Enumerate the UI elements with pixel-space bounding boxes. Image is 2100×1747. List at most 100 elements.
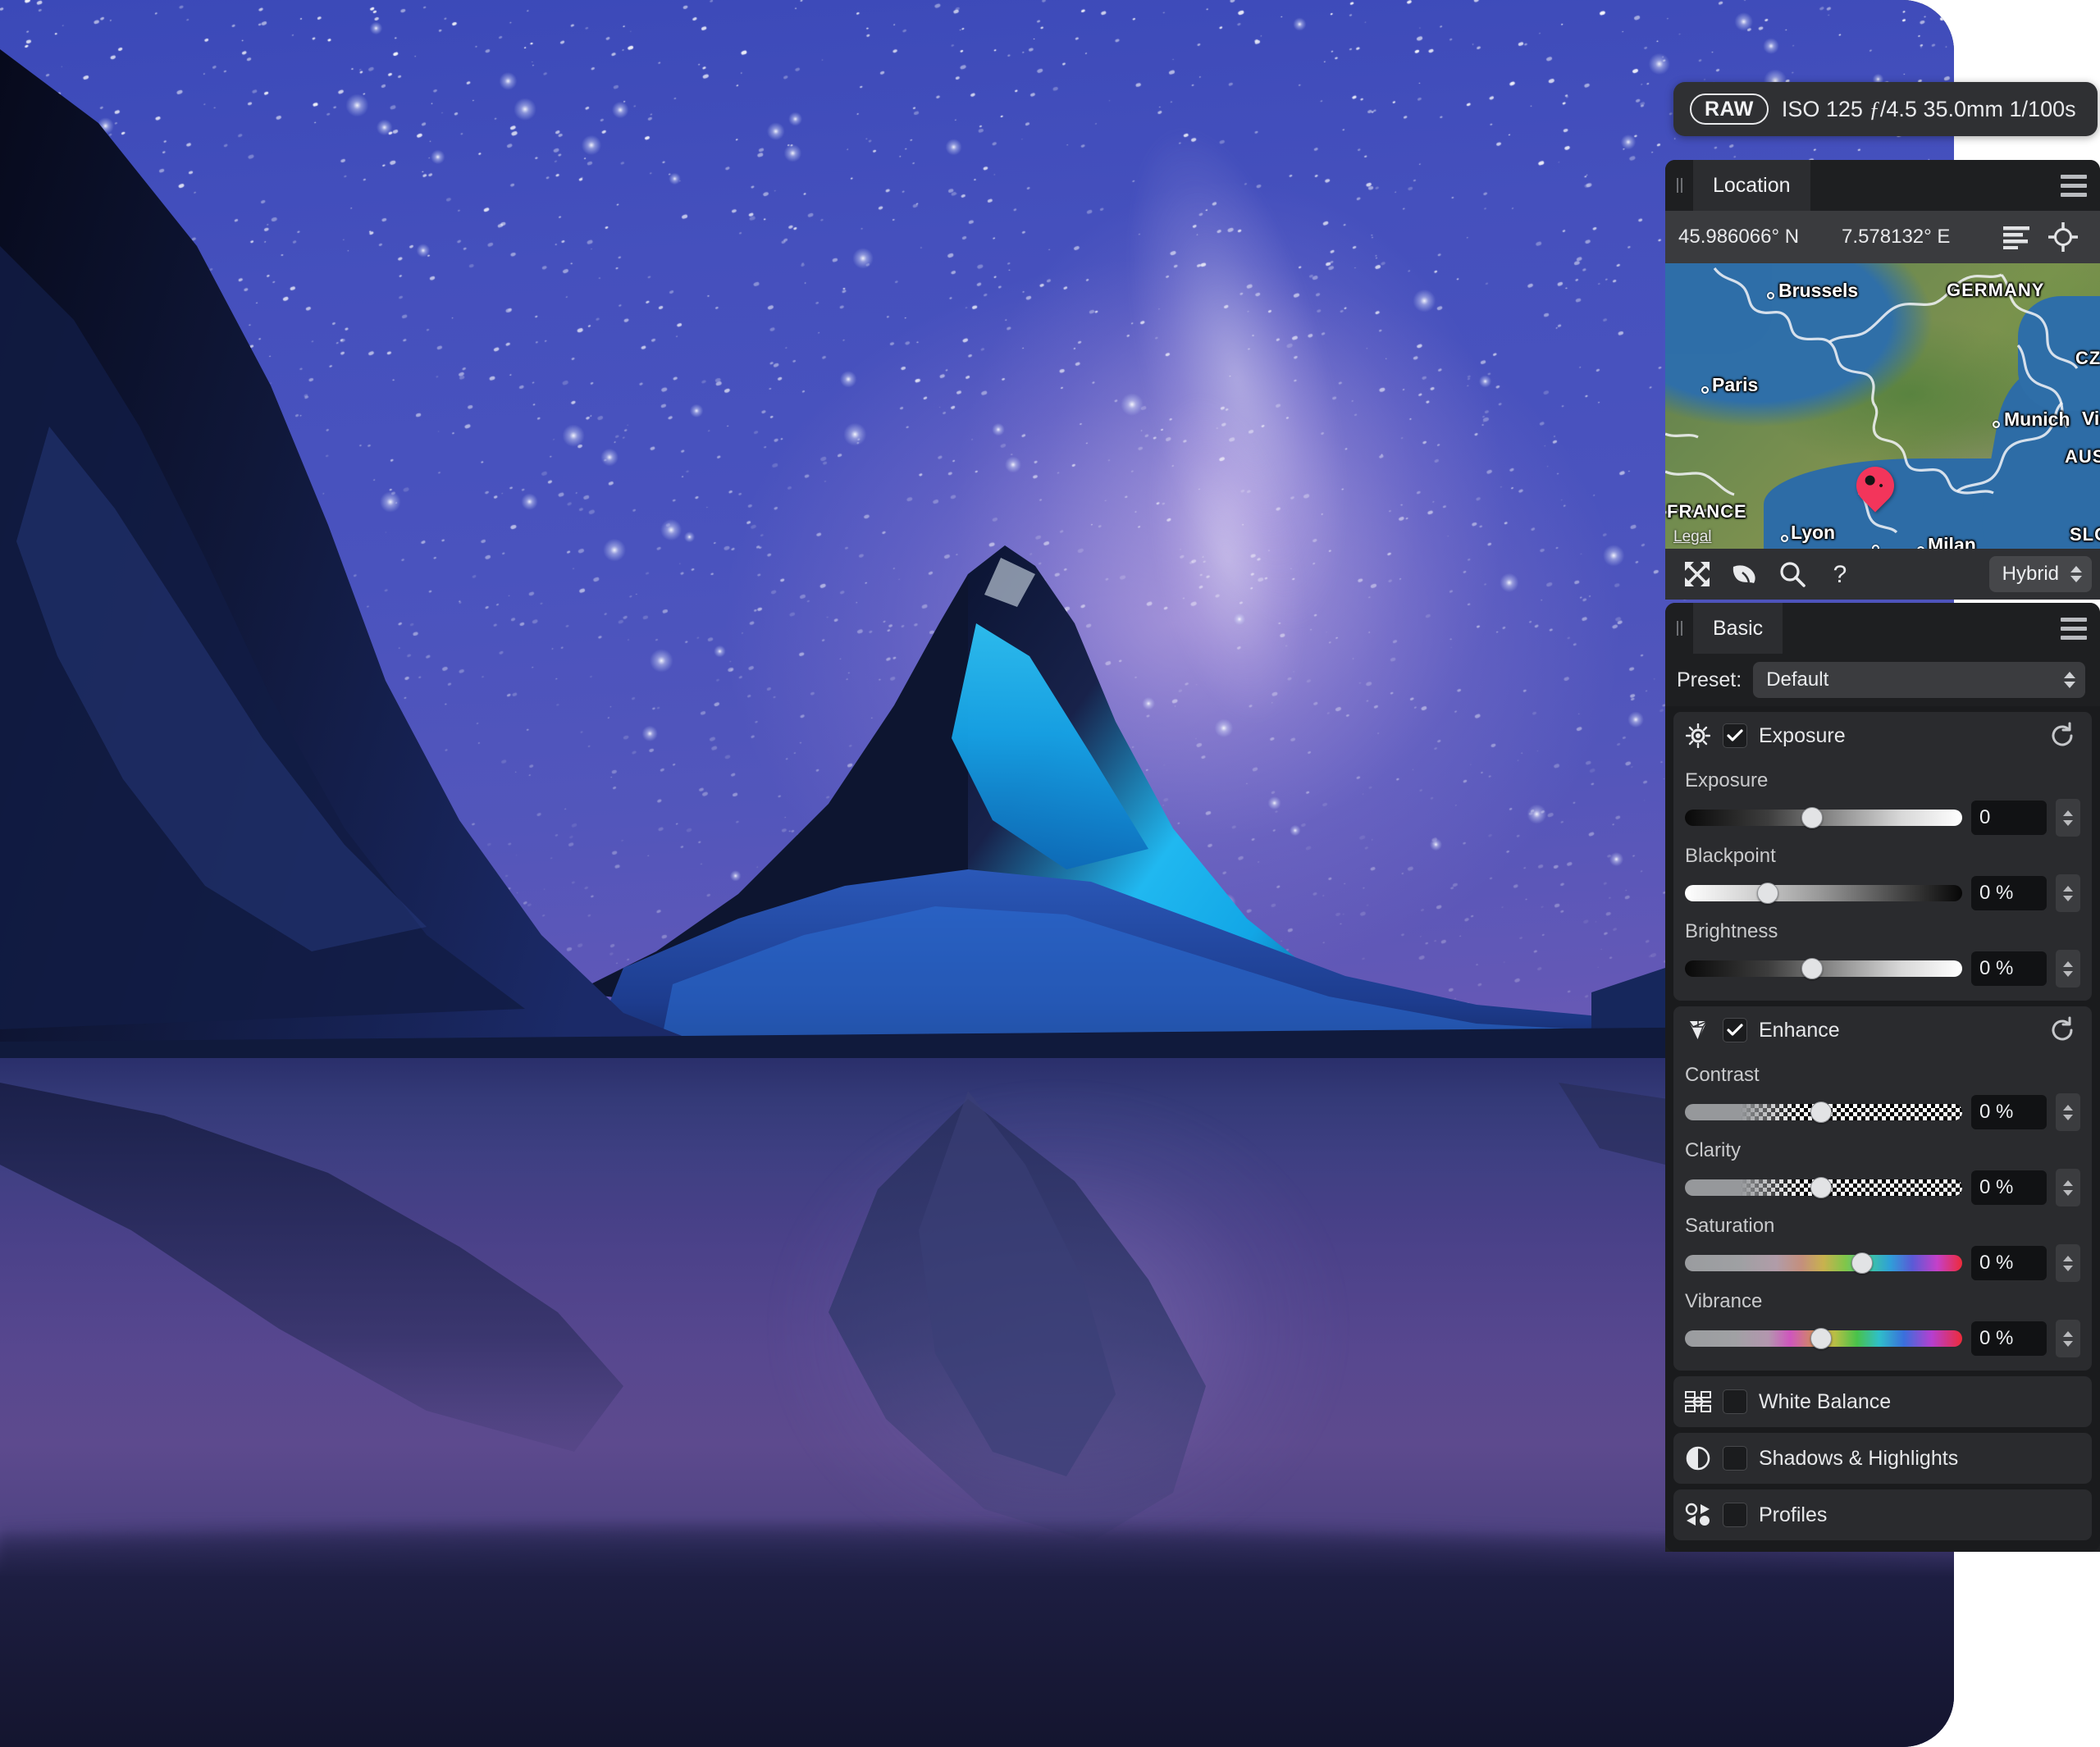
basic-tabbar: Basic: [1665, 603, 2100, 654]
reset-button-exposure[interactable]: [2044, 718, 2080, 754]
search-icon[interactable]: [1769, 550, 1816, 598]
value-text: 0 %: [1979, 1101, 2014, 1123]
slider-contrast[interactable]: [1685, 1102, 1962, 1123]
expand-arrows-icon[interactable]: [1673, 550, 1721, 598]
latitude-value: 45.986066° N: [1678, 226, 1800, 248]
reset-button-enhance[interactable]: [2044, 1012, 2080, 1048]
stepper-brightness[interactable]: [2056, 950, 2080, 988]
tab-basic[interactable]: Basic: [1693, 603, 1783, 654]
stepper-clarity[interactable]: [2056, 1169, 2080, 1206]
checkbox-enhance[interactable]: [1723, 1018, 1747, 1042]
control-saturation: Saturation 0 %: [1685, 1215, 2080, 1282]
map-city-dot: [1993, 421, 2000, 428]
slider-clarity[interactable]: [1685, 1177, 1962, 1198]
section-profiles: Profiles: [1673, 1489, 2092, 1540]
coordinates-bar: 45.986066° N 7.578132° E: [1665, 211, 2100, 263]
list-lines-icon[interactable]: [1993, 213, 2039, 261]
app-root: RAW ISO 125 ƒ/4.5 35.0mm 1/100s Location…: [0, 0, 2100, 1747]
map-city-dot: [1781, 535, 1788, 542]
stepper-saturation[interactable]: [2056, 1244, 2080, 1282]
control-label: Saturation: [1685, 1215, 1775, 1237]
tab-basic-label: Basic: [1713, 616, 1764, 640]
water-reflection-shapes: [0, 1083, 1954, 1542]
longitude-value: 7.578132° E: [1842, 226, 1951, 248]
section-shadows-highlights: Shadows & Highlights: [1673, 1433, 2092, 1484]
image-metadata-badge: RAW ISO 125 ƒ/4.5 35.0mm 1/100s: [1673, 82, 2098, 136]
slider-exposure[interactable]: [1685, 807, 1962, 828]
value-text: 0 %: [1979, 882, 2014, 904]
value-text: 0: [1979, 806, 1991, 828]
pan-hand-icon[interactable]: [1721, 550, 1769, 598]
checkbox-shadows-highlights[interactable]: [1723, 1446, 1747, 1471]
stepper-blackpoint[interactable]: [2056, 874, 2080, 912]
basic-tabbar-filler: [1783, 603, 2048, 654]
value-field-blackpoint[interactable]: 0 %: [1971, 876, 2047, 910]
aperture-symbol: ƒ: [1869, 96, 1880, 121]
tab-location[interactable]: Location: [1693, 160, 1810, 211]
section-title-exposure: Exposure: [1759, 723, 1846, 747]
value-field-clarity[interactable]: 0 %: [1971, 1170, 2047, 1205]
white-balance-icon: [1685, 1389, 1711, 1415]
sun-icon: [1685, 723, 1711, 749]
location-tabbar: Location: [1665, 160, 2100, 211]
map-type-value: Hybrid: [2002, 563, 2059, 585]
slider-thumb[interactable]: [1810, 1102, 1832, 1123]
stepper-contrast[interactable]: [2056, 1093, 2080, 1131]
value-field-exposure[interactable]: 0: [1971, 801, 2047, 835]
checkbox-profiles[interactable]: [1723, 1503, 1747, 1527]
location-menu-icon[interactable]: [2048, 160, 2100, 211]
section-header-shadows-highlights[interactable]: Shadows & Highlights: [1673, 1433, 2092, 1484]
foreground-shore: [0, 1530, 1954, 1747]
section-body-enhance: Contrast 0 % Clarity 0 % Saturation 0 % Vibran…: [1673, 1054, 2092, 1371]
map-city-dot: [1767, 292, 1774, 299]
control-brightness: Brightness 0 %: [1685, 920, 2080, 988]
slider-thumb[interactable]: [1810, 1177, 1832, 1198]
map-city-dot: [1872, 545, 1879, 549]
control-label: Blackpoint: [1685, 845, 1776, 867]
section-header-white-balance[interactable]: White Balance: [1673, 1376, 2092, 1427]
section-header-profiles[interactable]: Profiles: [1673, 1489, 2092, 1540]
basic-drag-handle[interactable]: [1665, 603, 1693, 654]
slider-blackpoint[interactable]: [1685, 883, 1962, 904]
slider-thumb[interactable]: [1801, 958, 1824, 979]
slider-thumb[interactable]: [1851, 1252, 1874, 1274]
control-blackpoint: Blackpoint 0 %: [1685, 845, 2080, 912]
checkbox-exposure[interactable]: [1723, 723, 1747, 748]
preset-value: Default: [1766, 668, 1829, 691]
value-field-brightness[interactable]: 0 %: [1971, 951, 2047, 986]
value-text: 0 %: [1979, 1252, 2014, 1274]
slider-thumb[interactable]: [1801, 807, 1824, 828]
slider-vibrance[interactable]: [1685, 1328, 1962, 1349]
section-header-enhance[interactable]: Enhance: [1673, 1006, 2092, 1054]
section-body-exposure: Exposure 0 Blackpoint 0 % Brightness 0 %: [1673, 759, 2092, 1001]
slider-thumb[interactable]: [1757, 883, 1779, 904]
value-field-vibrance[interactable]: 0 %: [1971, 1321, 2047, 1356]
chevron-updown-icon: [2067, 566, 2085, 582]
help-icon[interactable]: ?: [1816, 550, 1864, 598]
map-type-select[interactable]: Hybrid: [1988, 556, 2092, 592]
svg-text:?: ?: [1833, 561, 1847, 588]
location-map[interactable]: GERMANYCZEAUSTFRANCESLOVEITALYBrusselsPa…: [1665, 263, 2100, 549]
preset-select[interactable]: Default: [1753, 662, 2085, 698]
checkbox-white-balance[interactable]: [1723, 1389, 1747, 1414]
photo-canvas[interactable]: [0, 0, 1954, 1747]
control-label: Vibrance: [1685, 1290, 1763, 1312]
section-title-profiles: Profiles: [1759, 1503, 1828, 1526]
slider-saturation[interactable]: [1685, 1252, 1962, 1274]
control-label: Clarity: [1685, 1139, 1742, 1161]
control-contrast: Contrast 0 %: [1685, 1064, 2080, 1131]
basic-menu-icon[interactable]: [2048, 603, 2100, 654]
map-legal-link[interactable]: Legal: [1673, 528, 1712, 546]
slider-brightness[interactable]: [1685, 958, 1962, 979]
section-exposure: Exposure Exposure 0 Blackpoint 0 % Brightness…: [1673, 712, 2092, 1001]
slider-thumb[interactable]: [1810, 1328, 1832, 1349]
map-city-dot: [1917, 546, 1924, 549]
diamond-icon: [1685, 1017, 1711, 1043]
crosshair-target-icon[interactable]: [2040, 213, 2087, 261]
value-field-saturation[interactable]: 0 %: [1971, 1246, 2047, 1280]
stepper-exposure[interactable]: [2056, 799, 2080, 837]
panel-drag-handle[interactable]: [1665, 160, 1693, 211]
stepper-vibrance[interactable]: [2056, 1320, 2080, 1357]
value-field-contrast[interactable]: 0 %: [1971, 1095, 2047, 1129]
section-header-exposure[interactable]: Exposure: [1673, 712, 2092, 759]
